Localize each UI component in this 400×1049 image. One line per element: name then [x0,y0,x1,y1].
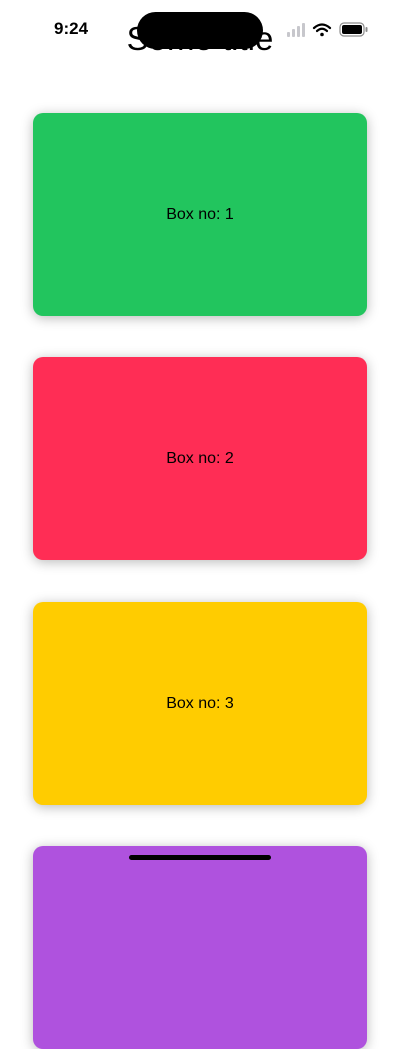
wifi-icon [312,23,332,37]
box-2[interactable]: Box no: 2 [33,357,367,560]
box-label: Box no: 3 [166,694,234,712]
status-icons [287,22,368,37]
box-4[interactable] [33,846,367,1049]
box-label: Box no: 2 [166,449,234,467]
battery-icon [339,22,368,37]
box-label: Box no: 1 [166,205,234,223]
box-1[interactable]: Box no: 1 [33,113,367,316]
box-3[interactable]: Box no: 3 [33,602,367,805]
status-time: 9:24 [54,19,89,38]
signal-icon [287,23,305,37]
dynamic-island [137,12,263,49]
home-indicator[interactable] [129,855,271,860]
status-bar: 9:24 [0,0,400,60]
